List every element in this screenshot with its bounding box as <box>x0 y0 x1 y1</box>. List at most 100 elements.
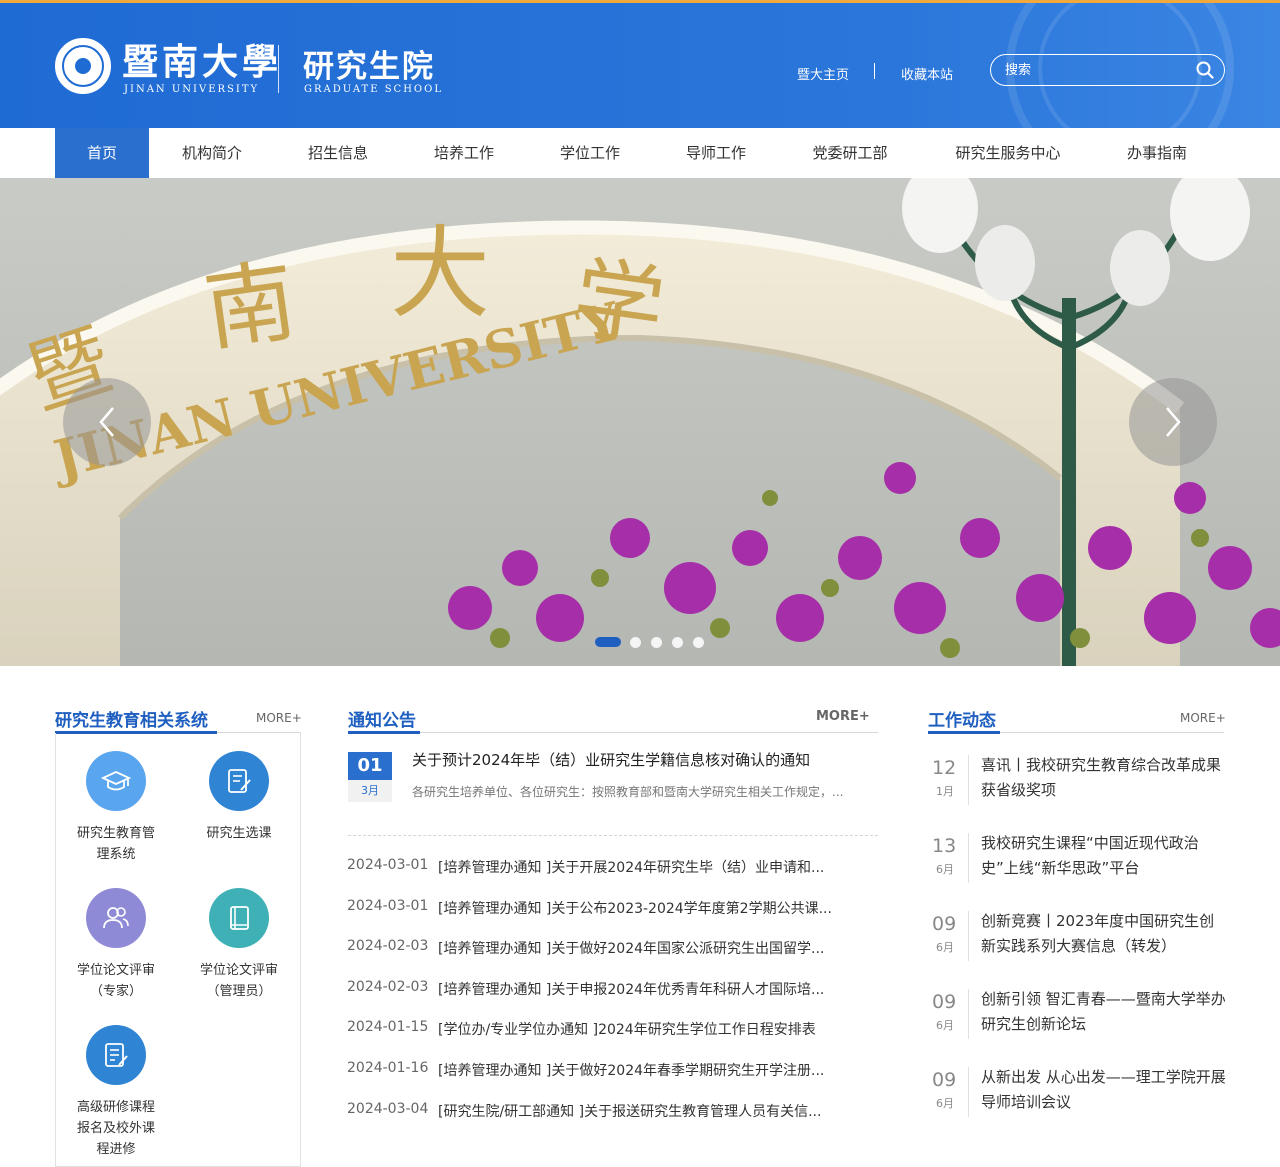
nav-item-about[interactable]: 机构简介 <box>166 128 258 178</box>
news-item[interactable]: 09 6月 创新竞赛丨2023年度中国研究生创新实践系列大赛信息（转发） <box>928 909 1228 969</box>
carousel-dot-3[interactable] <box>651 637 662 648</box>
nav-item-degree[interactable]: 学位工作 <box>544 128 636 178</box>
news-separator <box>968 911 969 961</box>
system-label: 研究生选课 <box>206 826 272 841</box>
featured-notice-title[interactable]: 关于预计2024年毕（结）业研究生学籍信息核对确认的通知 <box>412 749 810 770</box>
system-link-course-selection[interactable]: 研究生选课 <box>184 751 294 844</box>
news-section-title: 工作动态 <box>928 711 996 731</box>
notices-section-title: 通知公告 <box>348 711 416 731</box>
system-label: 研究生教育管 理系统 <box>76 826 155 862</box>
news-month: 6月 <box>936 1097 954 1110</box>
system-link-graduate-management[interactable]: 研究生教育管 理系统 <box>61 751 171 865</box>
search-icon[interactable] <box>1196 61 1214 79</box>
notices-more-link[interactable]: MORE+ <box>816 709 870 724</box>
system-link-thesis-review-admin[interactable]: 学位论文评审 （管理员） <box>184 888 294 1002</box>
featured-notice-month: 3月 <box>348 780 392 802</box>
notices-title-underline <box>348 731 420 734</box>
news-item[interactable]: 09 6月 创新引领 智汇青春——暨南大学举办研究生创新论坛 <box>928 987 1228 1047</box>
main-nav: 首页 机构简介 招生信息 培养工作 学位工作 导师工作 党委研工部 研究生服务中… <box>0 128 1280 178</box>
systems-more-link[interactable]: MORE+ <box>256 711 302 725</box>
news-day: 09 <box>932 1069 957 1091</box>
nav-item-admissions[interactable]: 招生信息 <box>292 128 384 178</box>
users-icon <box>103 907 129 929</box>
notice-item[interactable]: 2024-01-15 [学位办/专业学位办通知 ]2024年研究生学位工作日程安… <box>347 1019 879 1043</box>
notice-date: 2024-03-01 <box>347 898 429 914</box>
carousel-dot-5[interactable] <box>693 637 704 648</box>
notice-title: [培养管理办通知 ]关于公布2023-2024学年度第2学期公共课... <box>438 901 832 917</box>
notice-date: 2024-01-16 <box>347 1060 429 1076</box>
form-icon <box>105 1043 128 1067</box>
news-item[interactable]: 12 1月 喜讯丨我校研究生教育综合改革成果获省级奖项 <box>928 753 1228 813</box>
nav-item-supervisors[interactable]: 导师工作 <box>670 128 762 178</box>
search-box <box>990 54 1225 86</box>
carousel-dot-2[interactable] <box>630 637 641 648</box>
graduation-cap-icon <box>101 771 131 791</box>
university-name-en: JINAN UNIVERSITY <box>124 84 260 95</box>
bookmark-site-link[interactable]: 收藏本站 <box>901 64 953 83</box>
system-icon-circle <box>209 888 269 948</box>
news-day: 13 <box>932 835 957 857</box>
hero-carousel: 暨 南 大 学 JINAN UNIVERSITY <box>0 178 1280 666</box>
news-month: 6月 <box>936 863 954 876</box>
notice-title: [研究生院/研工部通知 ]关于报送研究生教育管理人员有关信... <box>438 1104 822 1120</box>
notice-title: [学位办/专业学位办通知 ]2024年研究生学位工作日程安排表 <box>438 1022 816 1038</box>
notice-title: [培养管理办通知 ]关于做好2024年国家公派研究生出国留学... <box>438 941 825 957</box>
notice-item[interactable]: 2024-03-04 [研究生院/研工部通知 ]关于报送研究生教育管理人员有关信… <box>347 1101 879 1125</box>
school-name-cn: 研究生院 <box>303 49 435 85</box>
nav-item-guide[interactable]: 办事指南 <box>1115 128 1199 178</box>
notice-date: 2024-01-15 <box>347 1019 429 1035</box>
news-month: 6月 <box>936 941 954 954</box>
notice-title: [培养管理办通知 ]关于做好2024年春季学期研究生开学注册... <box>438 1063 825 1079</box>
system-link-advanced-courses[interactable]: 高级研修课程 报名及校外课 程进修 <box>61 1025 171 1160</box>
news-title: 我校研究生课程“中国近现代政治史”上线“新华思政”平台 <box>981 834 1199 877</box>
news-month: 6月 <box>936 1019 954 1032</box>
notice-item[interactable]: 2024-02-03 [培养管理办通知 ]关于申报2024年优秀青年科研人才国际… <box>347 979 879 1003</box>
notice-date: 2024-02-03 <box>347 979 429 995</box>
news-item[interactable]: 09 6月 从新出发 从心出发——理工学院开展导师培训会议 <box>928 1065 1228 1125</box>
featured-notice-day: 01 <box>348 752 392 780</box>
search-input[interactable] <box>1005 61 1185 79</box>
carousel-dot-1[interactable] <box>595 637 621 647</box>
system-label: 学位论文评审 （管理员） <box>199 963 278 999</box>
nav-item-home[interactable]: 首页 <box>55 128 149 178</box>
notice-item[interactable]: 2024-03-01 [培养管理办通知 ]关于公布2023-2024学年度第2学… <box>347 898 879 922</box>
carousel-prev-button[interactable] <box>63 378 151 466</box>
notice-item[interactable]: 2024-01-16 [培养管理办通知 ]关于做好2024年春季学期研究生开学注… <box>347 1060 879 1084</box>
news-separator <box>968 833 969 883</box>
news-title: 喜讯丨我校研究生教育综合改革成果获省级奖项 <box>981 756 1222 799</box>
campus-gate-photo: 暨 南 大 学 JINAN UNIVERSITY <box>0 178 1280 666</box>
carousel-dot-4[interactable] <box>672 637 683 648</box>
notice-title: [培养管理办通知 ]关于开展2024年研究生毕（结）业申请和... <box>438 860 825 876</box>
notice-title: [培养管理办通知 ]关于申报2024年优秀青年科研人才国际培... <box>438 982 825 998</box>
news-separator <box>968 755 969 805</box>
news-title: 从新出发 从心出发——理工学院开展导师培训会议 <box>981 1068 1226 1111</box>
nav-item-service-center[interactable]: 研究生服务中心 <box>945 128 1071 178</box>
university-seal-logo[interactable] <box>55 38 111 94</box>
notices-header-line <box>348 732 878 733</box>
featured-notice-date: 01 3月 <box>348 752 392 802</box>
chevron-right-icon <box>1166 407 1181 437</box>
system-link-thesis-review-expert[interactable]: 学位论文评审 （专家） <box>61 888 171 1002</box>
notice-item[interactable]: 2024-03-01 [培养管理办通知 ]关于开展2024年研究生毕（结）业申请… <box>347 857 879 881</box>
chevron-left-icon <box>99 407 114 437</box>
university-name-cn: 暨南大學 <box>122 41 283 83</box>
systems-section-title: 研究生教育相关系统 <box>55 711 208 731</box>
nav-item-party-dept[interactable]: 党委研工部 <box>800 128 900 178</box>
featured-notice-divider <box>348 835 878 836</box>
university-home-link[interactable]: 暨大主页 <box>797 64 849 83</box>
carousel-next-button[interactable] <box>1129 378 1217 466</box>
school-name-en: GRADUATE SCHOOL <box>304 84 443 95</box>
svg-text:大: 大 <box>390 215 490 332</box>
system-icon-circle <box>209 751 269 811</box>
news-item[interactable]: 13 6月 我校研究生课程“中国近现代政治史”上线“新华思政”平台 <box>928 831 1228 891</box>
edit-document-icon <box>228 769 251 793</box>
news-title: 创新引领 智汇青春——暨南大学举办研究生创新论坛 <box>981 990 1226 1033</box>
notice-item[interactable]: 2024-02-03 [培养管理办通知 ]关于做好2024年国家公派研究生出国留… <box>347 938 879 962</box>
toplink-separator <box>874 63 875 79</box>
nav-item-training[interactable]: 培养工作 <box>418 128 510 178</box>
book-icon <box>230 906 249 930</box>
system-icon-circle <box>86 1025 146 1085</box>
news-more-link[interactable]: MORE+ <box>1180 711 1226 725</box>
news-month: 1月 <box>936 785 954 798</box>
notice-date: 2024-03-04 <box>347 1101 429 1117</box>
